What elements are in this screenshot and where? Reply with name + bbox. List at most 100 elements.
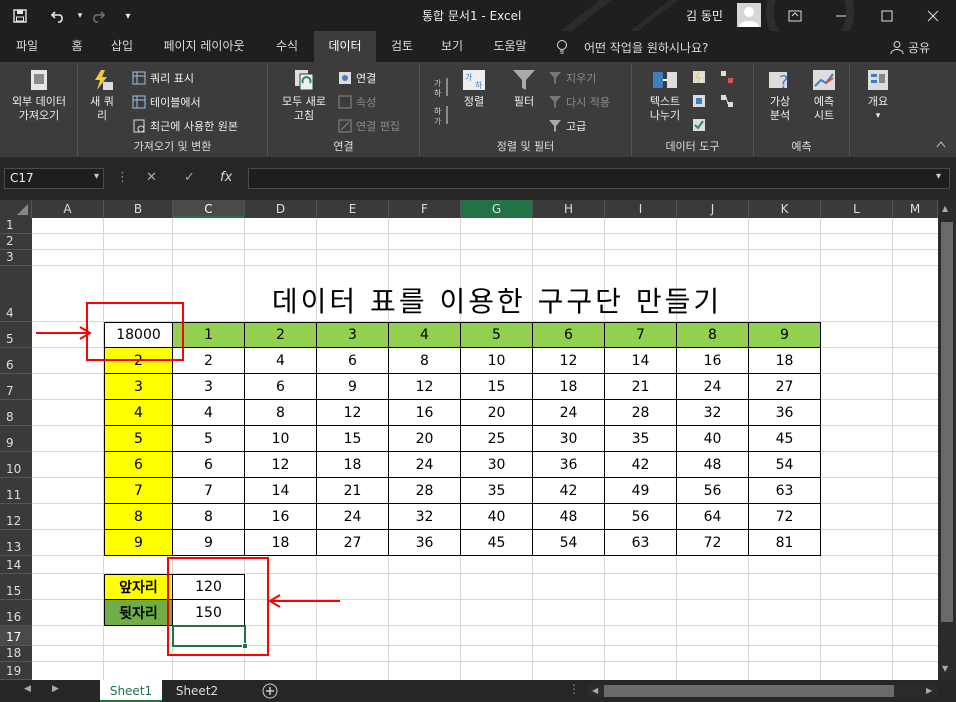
table-cell[interactable]: 6 [317,348,389,374]
table-cell[interactable]: 28 [389,478,461,504]
outline-button[interactable]: 개요 ▾ [858,68,898,123]
row-header[interactable]: 5 [0,322,32,348]
table-cell[interactable]: 16 [389,400,461,426]
tab-help[interactable]: 도움말 [482,31,538,62]
column-header-g[interactable]: G [461,200,533,218]
table-cell[interactable]: 27 [317,530,389,556]
table-cell[interactable]: 5 [173,426,245,452]
properties-button[interactable]: 속성 [338,94,376,110]
ribbon-display-options-icon[interactable] [772,0,818,31]
sort-ascending-icon[interactable]: 가하 [434,76,450,98]
recent-sources-button[interactable]: 최근에 사용한 원본 [132,118,238,134]
flash-fill-icon[interactable] [692,70,706,84]
column-header-d[interactable]: D [245,200,317,218]
table-cell[interactable]: 36 [749,400,821,426]
tab-page-layout[interactable]: 페이지 레이아웃 [150,31,258,62]
row-label-cell[interactable]: 9 [104,530,173,556]
row-header[interactable]: 17 [0,626,32,646]
column-header-c[interactable]: C [173,200,245,218]
table-cell[interactable]: 27 [749,374,821,400]
row-label-cell[interactable]: 7 [104,478,173,504]
table-cell[interactable]: 32 [677,400,749,426]
column-header-l[interactable]: L [821,200,893,218]
row-header[interactable]: 4 [0,266,32,322]
table-cell[interactable]: 3 [173,374,245,400]
header-row-cell[interactable]: 4 [389,322,461,348]
table-cell[interactable]: 10 [245,426,317,452]
consolidate-icon[interactable] [720,70,734,84]
row-header[interactable]: 2 [0,234,32,250]
row-header[interactable]: 7 [0,374,32,400]
table-cell[interactable]: 35 [605,426,677,452]
row-label-cell[interactable]: 3 [104,374,173,400]
table-cell[interactable]: 12 [317,400,389,426]
tab-insert[interactable]: 삽입 [100,31,144,62]
next-sheet-icon[interactable]: ▶ [52,684,59,694]
scroll-left-icon[interactable]: ◀ [592,686,598,695]
share-button[interactable]: 공유 [908,39,930,56]
what-if-analysis-button[interactable]: ? 가상 분석 [760,68,800,123]
table-cell[interactable]: 32 [389,504,461,530]
select-all-corner[interactable] [0,200,32,218]
table-cell[interactable]: 54 [749,452,821,478]
table-cell[interactable]: 30 [533,426,605,452]
table-cell[interactable]: 4 [245,348,317,374]
add-sheet-icon[interactable] [262,683,278,702]
table-cell[interactable]: 30 [461,452,533,478]
header-row-cell[interactable]: 8 [677,322,749,348]
insert-function-icon[interactable]: fx [220,170,232,185]
header-row-cell[interactable]: 7 [605,322,677,348]
row-label-cell[interactable]: 4 [104,400,173,426]
forecast-sheet-button[interactable]: 예측 시트 [804,68,844,123]
table-cell[interactable]: 4 [173,400,245,426]
data-validation-icon[interactable] [692,118,706,132]
table-cell[interactable]: 9 [173,530,245,556]
table-cell[interactable]: 9 [317,374,389,400]
connections-button[interactable]: 연결 [338,70,376,86]
table-cell[interactable]: 18 [749,348,821,374]
column-header-i[interactable]: I [605,200,677,218]
table-cell[interactable]: 24 [317,504,389,530]
table-cell[interactable]: 56 [605,504,677,530]
advanced-filter-button[interactable]: 고급 [548,118,586,134]
worksheet-grid[interactable]: A B C D E F G H I J K L M 1 2 3 4 5 6 7 … [0,200,956,680]
row-header[interactable]: 14 [0,556,32,574]
maximize-icon[interactable] [864,0,910,31]
relationships-icon[interactable] [720,94,734,108]
table-cell[interactable]: 20 [461,400,533,426]
avatar[interactable] [737,3,761,27]
row-header[interactable]: 11 [0,478,32,504]
table-cell[interactable]: 45 [749,426,821,452]
column-header-b[interactable]: B [104,200,173,218]
row-header[interactable]: 19 [0,662,32,680]
tab-view[interactable]: 보기 [430,31,474,62]
cancel-entry-icon[interactable]: ✕ [146,170,157,185]
sheet-tab-sheet2[interactable]: Sheet2 [166,680,228,702]
table-cell[interactable]: 21 [605,374,677,400]
row-header[interactable]: 10 [0,452,32,478]
table-cell[interactable]: 24 [533,400,605,426]
header-row-cell[interactable]: 3 [317,322,389,348]
table-cell[interactable]: 15 [461,374,533,400]
tab-data[interactable]: 데이터 [314,31,376,62]
collapse-ribbon-icon[interactable] [936,140,946,151]
column-header-e[interactable]: E [317,200,389,218]
name-box-dropdown-icon[interactable]: ▾ [94,171,99,182]
filter-button[interactable]: 필터 [506,68,542,109]
row-header[interactable]: 18 [0,646,32,662]
column-header-f[interactable]: F [389,200,461,218]
table-cell[interactable]: 8 [173,504,245,530]
table-cell[interactable]: 14 [605,348,677,374]
undo-icon[interactable] [46,5,70,27]
column-header-m[interactable]: M [893,200,938,218]
row-header[interactable]: 15 [0,574,32,600]
column-header-j[interactable]: J [677,200,749,218]
table-cell[interactable]: 15 [317,426,389,452]
table-cell[interactable]: 36 [533,452,605,478]
table-cell[interactable]: 18 [533,374,605,400]
table-cell[interactable]: 12 [389,374,461,400]
expand-formula-bar-icon[interactable]: ▾ [936,171,941,182]
sort-descending-icon[interactable]: 하가 [434,104,450,126]
table-cell[interactable]: 14 [245,478,317,504]
close-icon[interactable] [910,0,956,31]
